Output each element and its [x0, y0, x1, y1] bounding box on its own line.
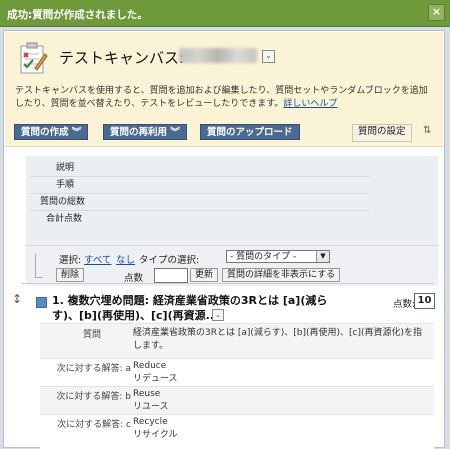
info-row: 手順 — [30, 178, 370, 194]
help-link[interactable]: 詳しいヘルプ — [283, 99, 337, 109]
double-chevron-down-icon: ︾ — [71, 127, 82, 138]
question-settings-button[interactable]: 質問の設定 — [352, 124, 412, 142]
answer-value-en: Reduce — [133, 361, 167, 371]
canvas-title: テストキャンバス: — [59, 49, 185, 67]
select-all-link[interactable]: すべて — [84, 252, 111, 266]
reuse-question-button[interactable]: 質問の再利用 ︾ — [103, 124, 187, 140]
points-input[interactable] — [154, 268, 188, 283]
canvas-header: テストキャンバス: ⌄ テストキャンバスを使用すると、質問を追加および編集したり… — [5, 32, 443, 147]
close-banner-button[interactable]: × — [428, 4, 445, 21]
select-none-link[interactable]: なし — [116, 252, 135, 266]
description-text: テストキャンバスを使用すると、質問を追加および編集したり、質問セットやランダムブ… — [15, 86, 428, 109]
redacted-test-name — [179, 48, 257, 63]
answer-value-ja: リサイクル — [133, 430, 178, 440]
close-icon: × — [431, 5, 442, 18]
success-banner: 成功:質問が作成されました。 × — [0, 0, 450, 27]
question-checkbox[interactable] — [36, 297, 47, 308]
create-question-label: 質問の作成 — [21, 127, 69, 138]
chevron-down-icon: ⌄ — [215, 311, 221, 319]
chevron-down-icon: ⌄ — [265, 51, 272, 60]
answer-label: 次に対する解答: a — [56, 364, 131, 374]
points-label: 点数 — [124, 273, 144, 284]
double-chevron-down-icon: ︾ — [170, 127, 180, 138]
reuse-question-label: 質問の再利用 — [110, 127, 168, 138]
delete-label: 削除 — [61, 270, 80, 280]
question-points-label: 点数: — [393, 299, 416, 310]
upload-questions-button[interactable]: 質問のアップロード — [200, 124, 300, 140]
answer-value-en: Reuse — [133, 389, 161, 399]
answer-label: 次に対する解答: c — [57, 420, 131, 430]
answer-value-ja: リデュース — [133, 374, 178, 384]
drag-handle-icon[interactable]: ↕ — [12, 292, 22, 306]
info-label-description: 説明 — [56, 163, 75, 173]
select-label: 選択: — [59, 255, 82, 266]
question-points-value[interactable]: 10 — [414, 293, 435, 309]
answer-value-ja: リユース — [133, 402, 169, 412]
info-label-total-questions: 質問の総数 — [40, 197, 86, 207]
info-row: 質問の総数 — [30, 195, 370, 211]
question-separator — [22, 283, 434, 284]
info-label-instructions: 手順 — [56, 180, 75, 190]
chevron-down-icon: ▼ — [316, 251, 329, 262]
toolbar-bracket — [35, 254, 36, 278]
answer-label: 次に対する解答: b — [56, 392, 131, 402]
update-label: 更新 — [195, 270, 214, 280]
question-menu-button[interactable]: ⌄ — [212, 309, 224, 321]
canvas-description: テストキャンバスを使用すると、質問を追加および編集したり、質問セットやランダムブ… — [15, 85, 435, 111]
test-canvas-icon — [20, 42, 48, 74]
question-text-label: 質問 — [82, 330, 101, 340]
create-question-button[interactable]: 質問の作成 ︾ — [14, 124, 89, 140]
question-title: 1. 複数穴埋め問題: 経済産業省政策の3Rとは [a](減らす)、[b](再使… — [52, 294, 328, 322]
update-button[interactable]: 更新 — [190, 268, 219, 282]
info-label-total-points: 合計点数 — [46, 214, 83, 224]
question-type-value: - 質問のタイプ - — [230, 252, 297, 262]
upload-questions-label: 質問のアップロード — [207, 127, 293, 138]
answer-value-en: Recycle — [133, 417, 168, 427]
success-message: 成功:質問が作成されました。 — [7, 9, 148, 21]
question-text: 経済産業省政策の3Rとは [a](減らす)、[b](再使用)、[c](再資源化)… — [133, 328, 422, 351]
sort-icon[interactable]: ⇅ — [423, 125, 431, 136]
toolbar-bracket-arm — [35, 277, 43, 278]
type-select-label: タイプの選択: — [139, 255, 200, 266]
question-toolbar: 選択: すべて なし タイプの選択: - 質問のタイプ - ▼ 削除 点数 更新… — [26, 245, 438, 286]
info-row: 合計点数 — [30, 212, 370, 227]
hide-details-button[interactable]: 質問の詳細を非表示にする — [222, 268, 341, 282]
info-row: 説明 — [30, 161, 370, 177]
question-type-select[interactable]: - 質問のタイプ - ▼ — [226, 250, 330, 263]
hide-details-label: 質問の詳細を非表示にする — [227, 270, 336, 280]
question-settings-label: 質問の設定 — [358, 126, 406, 137]
title-menu-button[interactable]: ⌄ — [262, 50, 275, 63]
delete-button[interactable]: 削除 — [56, 268, 85, 282]
